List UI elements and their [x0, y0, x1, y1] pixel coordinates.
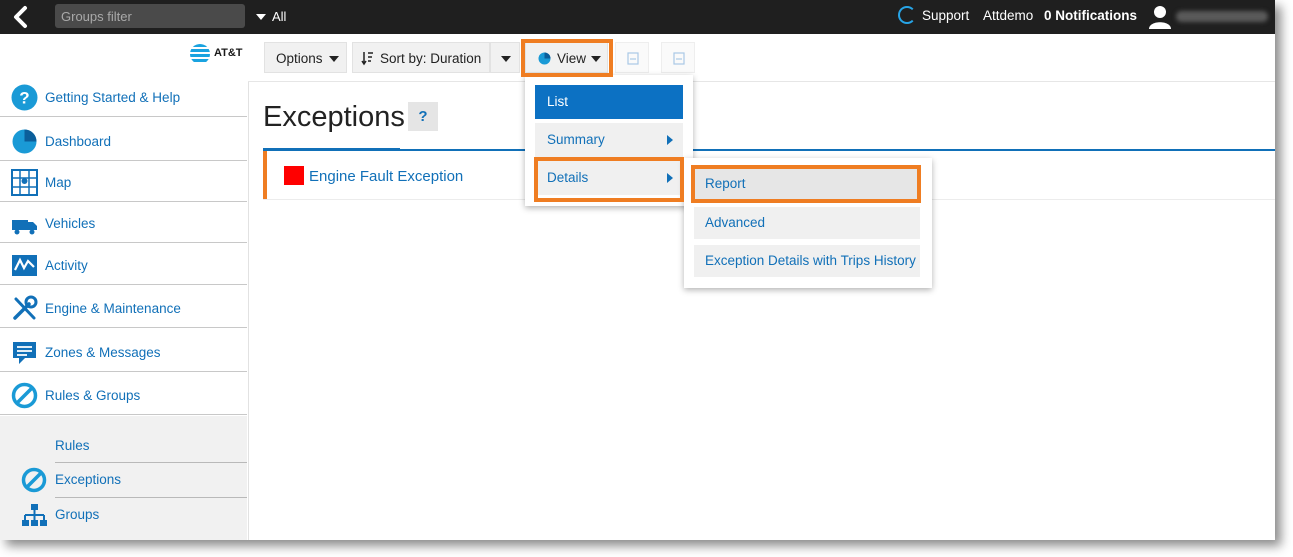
prohibit-icon	[21, 467, 47, 493]
sidebar-item-label: Engine & Maintenance	[45, 301, 181, 316]
sort-button[interactable]: Sort by: Duration	[352, 42, 490, 73]
view-label: View	[557, 51, 587, 66]
view-button[interactable]: View	[525, 42, 608, 73]
groups-value: All	[272, 9, 287, 24]
hierarchy-icon	[22, 504, 47, 526]
rules-groups-submenu: Rules Exceptions Groups	[0, 416, 247, 540]
sidebar: AT&T ? Getting Started & Help Dashboard …	[0, 34, 249, 540]
caret-down-icon	[501, 56, 511, 62]
sidebar-subitem-rules[interactable]: Rules	[0, 428, 247, 462]
selection-marker	[263, 151, 267, 199]
export-button[interactable]	[615, 42, 649, 73]
sidebar-item-label: Dashboard	[45, 134, 112, 149]
sort-label: Sort by: Duration	[380, 51, 482, 66]
pie-chart-icon	[538, 52, 551, 65]
user-name-redacted	[1176, 11, 1268, 22]
account-name[interactable]: Attdemo	[983, 8, 1033, 23]
options-button[interactable]: Options	[264, 42, 347, 73]
view-menu: List Summary Details	[525, 75, 693, 206]
menu-item-label: Summary	[547, 132, 605, 147]
caret-down-icon	[591, 56, 601, 62]
activity-icon	[12, 255, 37, 276]
help-icon: ?	[11, 84, 38, 111]
groups-dropdown[interactable]: All	[256, 9, 286, 24]
sidebar-item-label: Map	[45, 175, 72, 190]
toolbar: Options Sort by: Duration View	[248, 34, 1275, 82]
sidebar-subitem-exceptions[interactable]: Exceptions	[0, 463, 247, 497]
page-title: Exceptions	[263, 101, 405, 133]
sidebar-item-map[interactable]: Map	[0, 161, 247, 202]
menu-item-label: Details	[547, 170, 589, 185]
globe-logo-icon	[190, 44, 210, 64]
details-submenu: Report Advanced Exception Details with T…	[684, 158, 932, 288]
menu-item-details[interactable]: Details	[535, 161, 683, 195]
menu-item-summary[interactable]: Summary	[535, 123, 683, 157]
back-arrow-icon[interactable]	[10, 5, 32, 29]
sidebar-subitem-groups[interactable]: Groups	[0, 498, 247, 532]
sidebar-subitem-label: Rules	[55, 438, 90, 453]
pie-chart-icon	[12, 129, 37, 154]
document-icon	[673, 52, 685, 65]
user-icon[interactable]	[1148, 5, 1172, 29]
chevron-right-icon	[667, 173, 673, 183]
menu-item-exception-details-trips[interactable]: Exception Details with Trips History	[694, 245, 920, 277]
menu-item-label: Advanced	[705, 215, 766, 230]
sidebar-item-label: Rules & Groups	[45, 388, 141, 403]
document-icon	[627, 52, 639, 65]
sort-direction-dropdown[interactable]	[490, 42, 520, 73]
menu-item-label: Exception Details with Trips History	[705, 253, 916, 268]
map-icon	[11, 169, 38, 196]
caret-down-icon	[329, 56, 339, 62]
app-window: All Support Attdemo 0 Notifications AT&T…	[0, 0, 1275, 540]
print-button[interactable]	[661, 42, 695, 73]
sidebar-item-label: Zones & Messages	[45, 345, 161, 360]
caret-down-icon	[256, 14, 266, 20]
sidebar-item-label: Getting Started & Help	[45, 90, 181, 105]
svg-text:?: ?	[19, 89, 29, 108]
top-bar: All Support Attdemo 0 Notifications	[0, 0, 1275, 34]
sidebar-item-vehicles[interactable]: Vehicles	[0, 202, 247, 243]
options-label: Options	[276, 51, 323, 66]
sidebar-subitem-label: Groups	[55, 507, 100, 522]
menu-item-report[interactable]: Report	[694, 168, 920, 200]
sidebar-subitem-label: Exceptions	[55, 472, 122, 487]
notifications-link[interactable]: 0 Notifications	[1044, 8, 1137, 23]
menu-item-advanced[interactable]: Advanced	[694, 207, 920, 239]
message-icon	[13, 342, 36, 364]
chevron-right-icon	[667, 135, 673, 145]
groups-filter-input[interactable]	[55, 4, 245, 28]
sidebar-item-label: Vehicles	[45, 216, 96, 231]
prohibit-icon	[11, 382, 38, 409]
sidebar-item-activity[interactable]: Activity	[0, 244, 247, 285]
menu-item-label: List	[547, 94, 569, 109]
support-link[interactable]: Support	[898, 6, 969, 24]
sidebar-item-dashboard[interactable]: Dashboard	[0, 120, 247, 161]
exception-color-swatch	[284, 166, 304, 185]
sidebar-item-label: Activity	[45, 258, 88, 273]
truck-icon	[12, 220, 37, 235]
sidebar-item-zones-messages[interactable]: Zones & Messages	[0, 331, 247, 372]
sidebar-item-getting-started[interactable]: ? Getting Started & Help	[0, 76, 247, 117]
sidebar-item-rules-groups[interactable]: Rules & Groups	[0, 374, 247, 415]
menu-item-list[interactable]: List	[535, 85, 683, 119]
help-button[interactable]: ?	[408, 102, 438, 131]
support-icon	[898, 6, 916, 24]
support-label: Support	[922, 8, 970, 23]
sidebar-item-engine-maintenance[interactable]: Engine & Maintenance	[0, 287, 247, 328]
exception-name: Engine Fault Exception	[309, 168, 464, 185]
sort-icon	[361, 52, 373, 66]
wrench-icon	[13, 295, 38, 320]
brand-name: AT&T	[214, 47, 243, 59]
menu-item-label: Report	[705, 176, 746, 191]
